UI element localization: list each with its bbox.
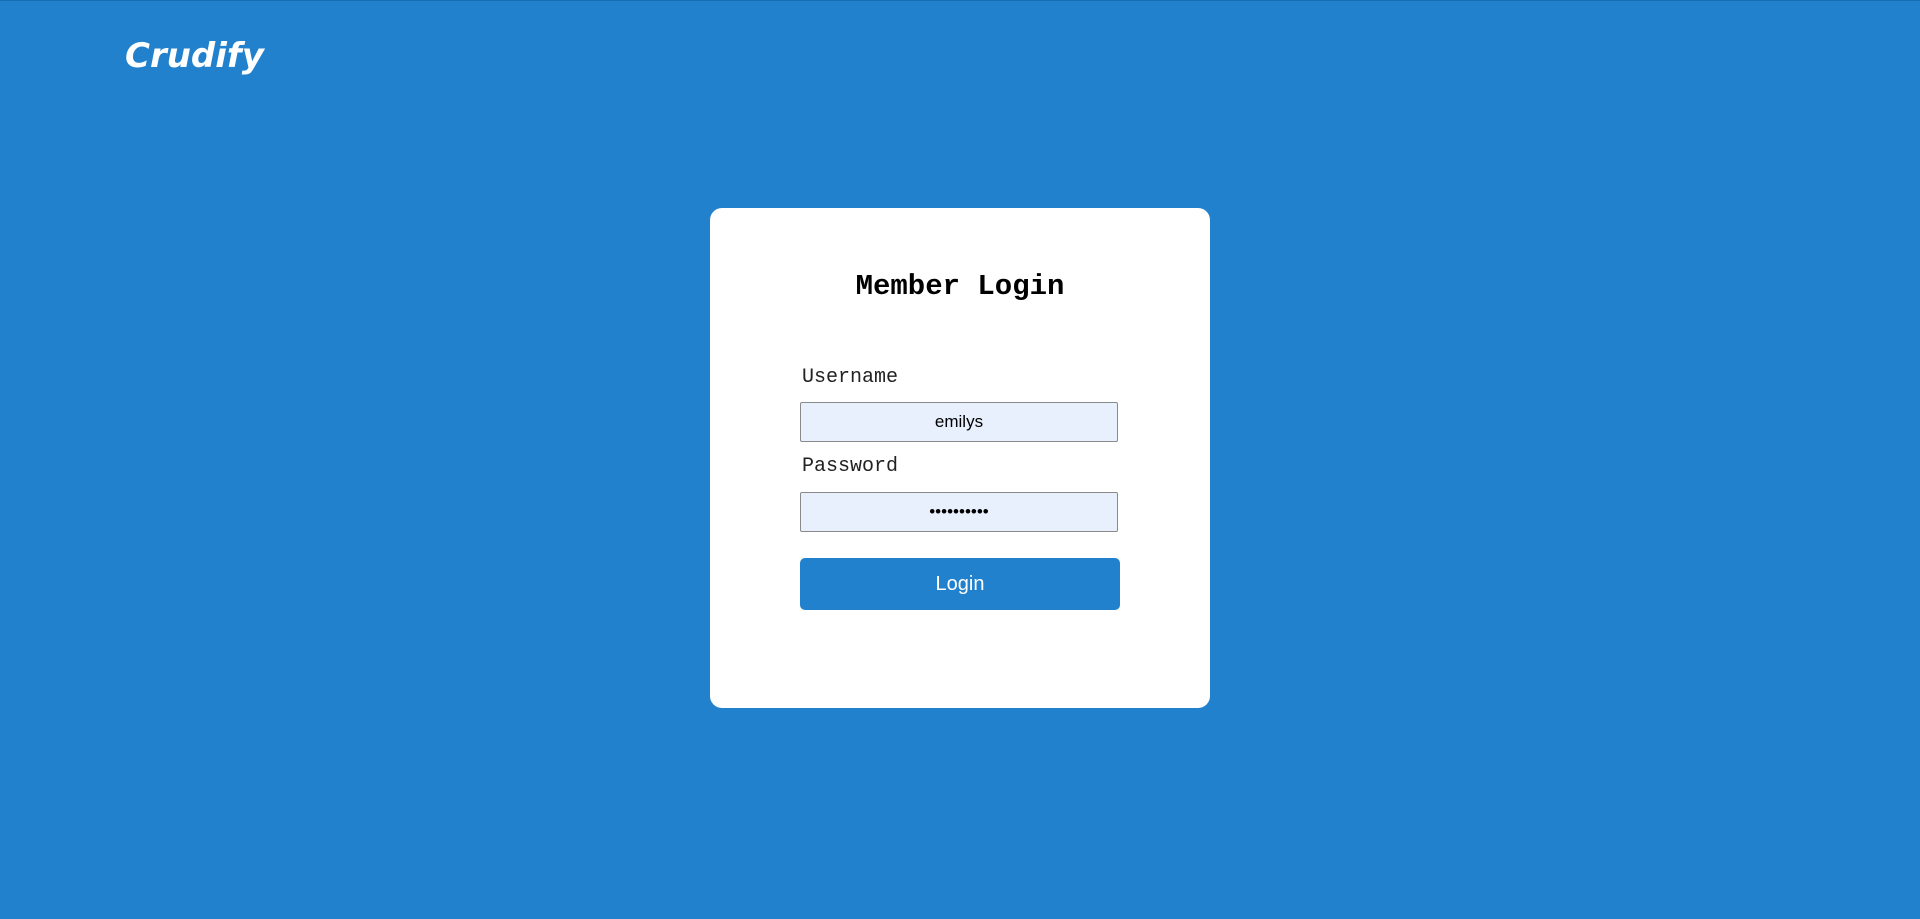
login-card: Member Login Username Password Login <box>710 208 1210 708</box>
username-label: Username <box>802 366 899 389</box>
app-logo[interactable]: Crudify <box>125 36 264 76</box>
username-input[interactable] <box>800 402 1118 442</box>
password-label: Password <box>802 455 899 478</box>
login-button[interactable]: Login <box>800 558 1120 610</box>
top-border <box>0 0 1920 1</box>
login-title: Member Login <box>855 270 1065 303</box>
password-input[interactable] <box>800 492 1118 532</box>
